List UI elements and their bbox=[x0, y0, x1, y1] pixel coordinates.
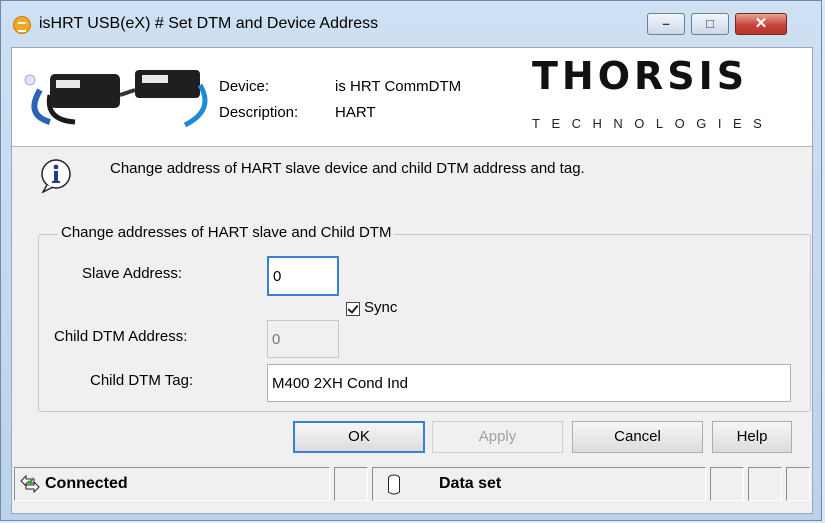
slave-address-input[interactable] bbox=[267, 256, 339, 296]
child-dtm-tag-input[interactable] bbox=[267, 364, 791, 402]
device-value: is HRT CommDTM bbox=[335, 78, 462, 95]
logo-wordmark: THORSIS bbox=[532, 54, 749, 98]
maximize-button[interactable]: □ bbox=[691, 13, 729, 35]
child-dtm-tag-label: Child DTM Tag: bbox=[90, 372, 194, 389]
sync-label[interactable]: Sync bbox=[364, 299, 397, 316]
slave-address-label: Slave Address: bbox=[82, 265, 183, 282]
status-pane-empty-4 bbox=[786, 467, 810, 501]
groupbox-title: Change addresses of HART slave and Child… bbox=[58, 224, 395, 241]
title-bar[interactable]: isHRT USB(eX) # Set DTM and Device Addre… bbox=[1, 1, 821, 47]
status-pane-connection: Connected bbox=[14, 467, 330, 501]
maximize-icon: □ bbox=[706, 16, 714, 31]
window-title: isHRT USB(eX) # Set DTM and Device Addre… bbox=[39, 15, 379, 32]
close-icon: ✕ bbox=[754, 15, 768, 32]
description-value: HART bbox=[335, 104, 376, 121]
connection-status: Connected bbox=[45, 475, 128, 492]
description-label: Description: bbox=[219, 104, 299, 121]
status-pane-empty-1 bbox=[334, 467, 368, 501]
connected-icon bbox=[20, 474, 40, 494]
minimize-icon: – bbox=[662, 16, 670, 31]
device-label: Device: bbox=[219, 78, 270, 95]
dialog-window: isHRT USB(eX) # Set DTM and Device Addre… bbox=[0, 0, 822, 521]
status-pane-empty-3 bbox=[748, 467, 782, 501]
ok-button[interactable]: OK bbox=[293, 421, 425, 453]
app-icon bbox=[13, 16, 31, 34]
dialog-client-area: Device: is HRT CommDTM Description: HART… bbox=[11, 47, 813, 514]
status-pane-data: Data set bbox=[372, 467, 706, 501]
info-icon bbox=[41, 159, 71, 193]
thorsis-logo: THORSIS TECHNOLOGIES bbox=[532, 54, 807, 134]
usb-modem-image bbox=[24, 70, 208, 128]
sync-checkbox[interactable] bbox=[346, 302, 360, 316]
header-banner: Device: is HRT CommDTM Description: HART… bbox=[12, 48, 812, 147]
minimize-button[interactable]: – bbox=[647, 13, 685, 35]
info-message: Change address of HART slave device and … bbox=[110, 160, 585, 177]
info-message-row: Change address of HART slave device and … bbox=[12, 146, 812, 198]
cancel-button[interactable]: Cancel bbox=[572, 421, 703, 453]
help-button[interactable]: Help bbox=[712, 421, 792, 453]
apply-button[interactable]: Apply bbox=[432, 421, 563, 453]
status-pane-empty-2 bbox=[710, 467, 744, 501]
close-button[interactable]: ✕ bbox=[735, 13, 787, 35]
child-dtm-address-label: Child DTM Address: bbox=[54, 328, 188, 345]
status-bar: Connected Data set bbox=[12, 463, 812, 503]
database-icon bbox=[388, 474, 400, 495]
data-status: Data set bbox=[439, 475, 502, 492]
child-dtm-address-input bbox=[267, 320, 339, 358]
logo-tagline: TECHNOLOGIES bbox=[532, 116, 774, 131]
